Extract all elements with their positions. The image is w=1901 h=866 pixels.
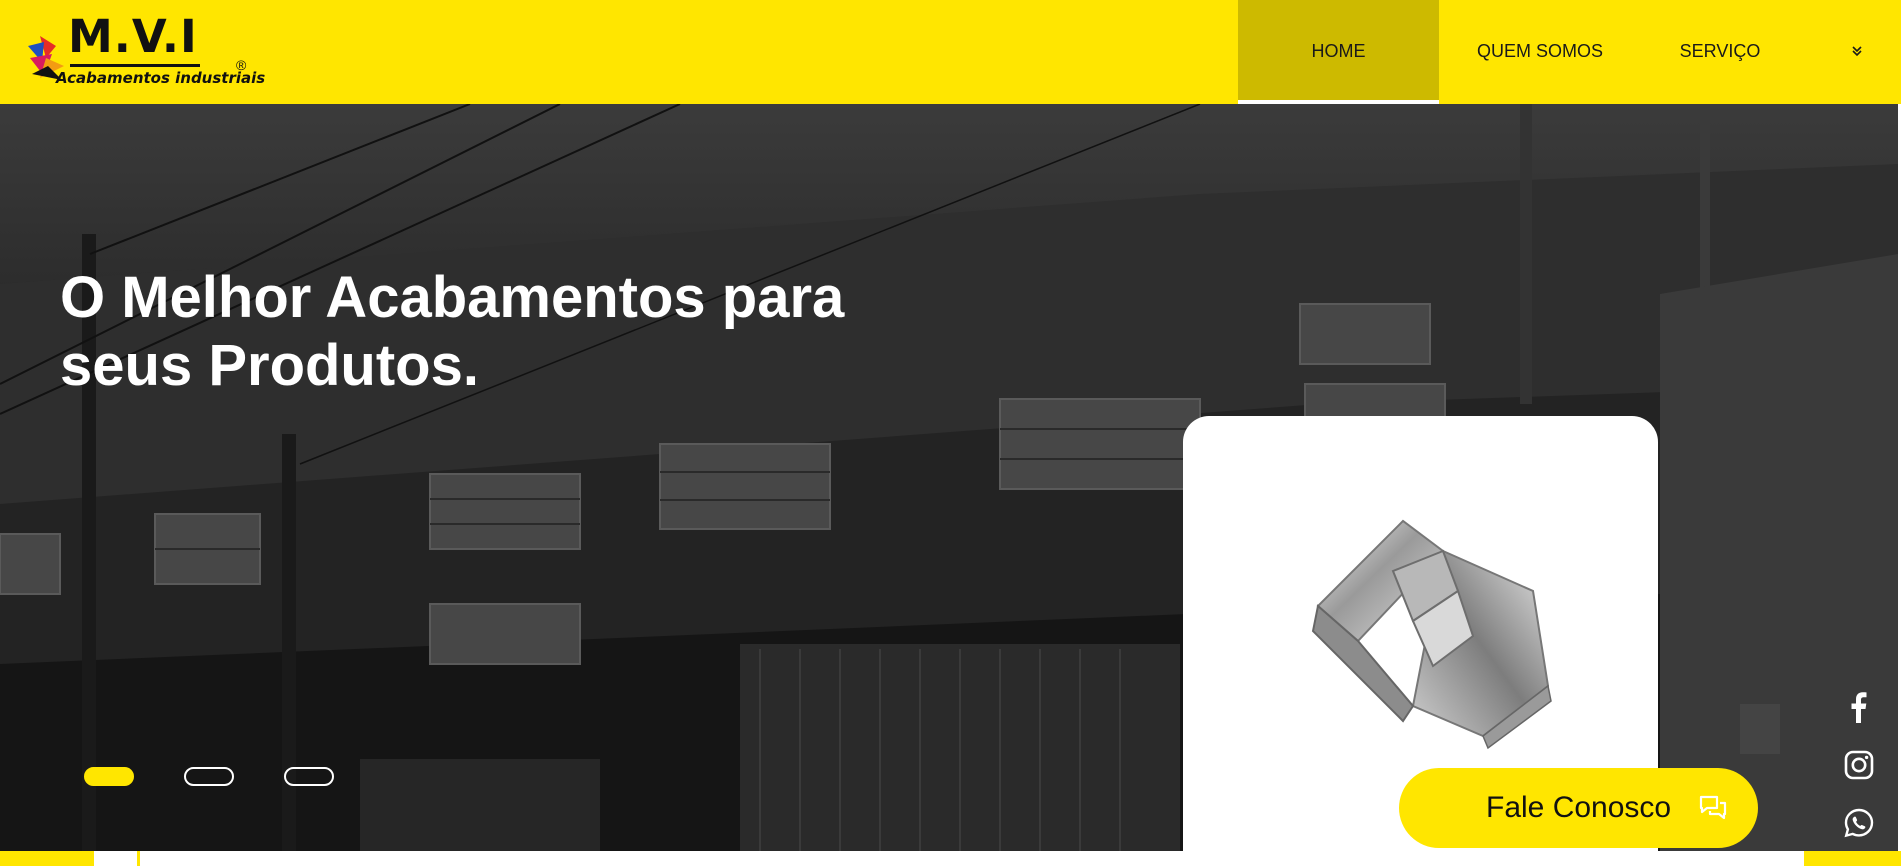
- hinge-product-image: [1311, 519, 1552, 750]
- site-header: M.V.I Acabamentos industriais ® HOME QUE…: [0, 0, 1901, 104]
- registered-mark: ®: [236, 57, 247, 73]
- logo-subtitle: Acabamentos industriais: [56, 69, 266, 87]
- logo-underline: [70, 64, 200, 67]
- instagram-icon: [1844, 750, 1874, 780]
- slider-dot-3[interactable]: [284, 767, 334, 786]
- hero-title: O Melhor Acabamentos para seus Produtos.: [60, 264, 960, 400]
- nav-servico[interactable]: SERVIÇO: [1641, 0, 1799, 104]
- facebook-icon: [1851, 692, 1867, 723]
- hero-slider: O Melhor Acabamentos para seus Produtos.: [0, 104, 1898, 851]
- logo-title: M.V.I: [68, 10, 198, 63]
- nav-quem-somos[interactable]: QUEM SOMOS: [1439, 0, 1641, 104]
- slider-pagination: [84, 767, 384, 786]
- hero-title-line-1: O Melhor Acabamentos para: [60, 265, 845, 330]
- instagram-link[interactable]: [1842, 748, 1876, 782]
- main-nav: HOME QUEM SOMOS SERVIÇO: [1238, 0, 1901, 104]
- brand-logo[interactable]: M.V.I Acabamentos industriais ®: [26, 10, 265, 94]
- bottom-right-accent: [1804, 851, 1901, 866]
- contact-us-label: Fale Conosco: [1486, 791, 1672, 824]
- nav-more-button[interactable]: [1799, 0, 1901, 104]
- bottom-accent-line: [137, 851, 140, 866]
- slider-dot-2[interactable]: [184, 767, 234, 786]
- double-chevron-down-icon: [1852, 46, 1862, 57]
- bottom-left-accent: [0, 851, 94, 866]
- hero-title-line-2: seus Produtos.: [60, 333, 479, 398]
- nav-home[interactable]: HOME: [1238, 0, 1439, 104]
- chat-bubbles-icon: [1699, 795, 1727, 820]
- facebook-link[interactable]: [1842, 690, 1876, 724]
- contact-us-button[interactable]: Fale Conosco: [1399, 768, 1758, 848]
- whatsapp-link[interactable]: [1842, 806, 1876, 840]
- slider-dot-1[interactable]: [84, 767, 134, 786]
- next-section-edge: [0, 851, 1901, 866]
- whatsapp-icon: [1844, 808, 1874, 838]
